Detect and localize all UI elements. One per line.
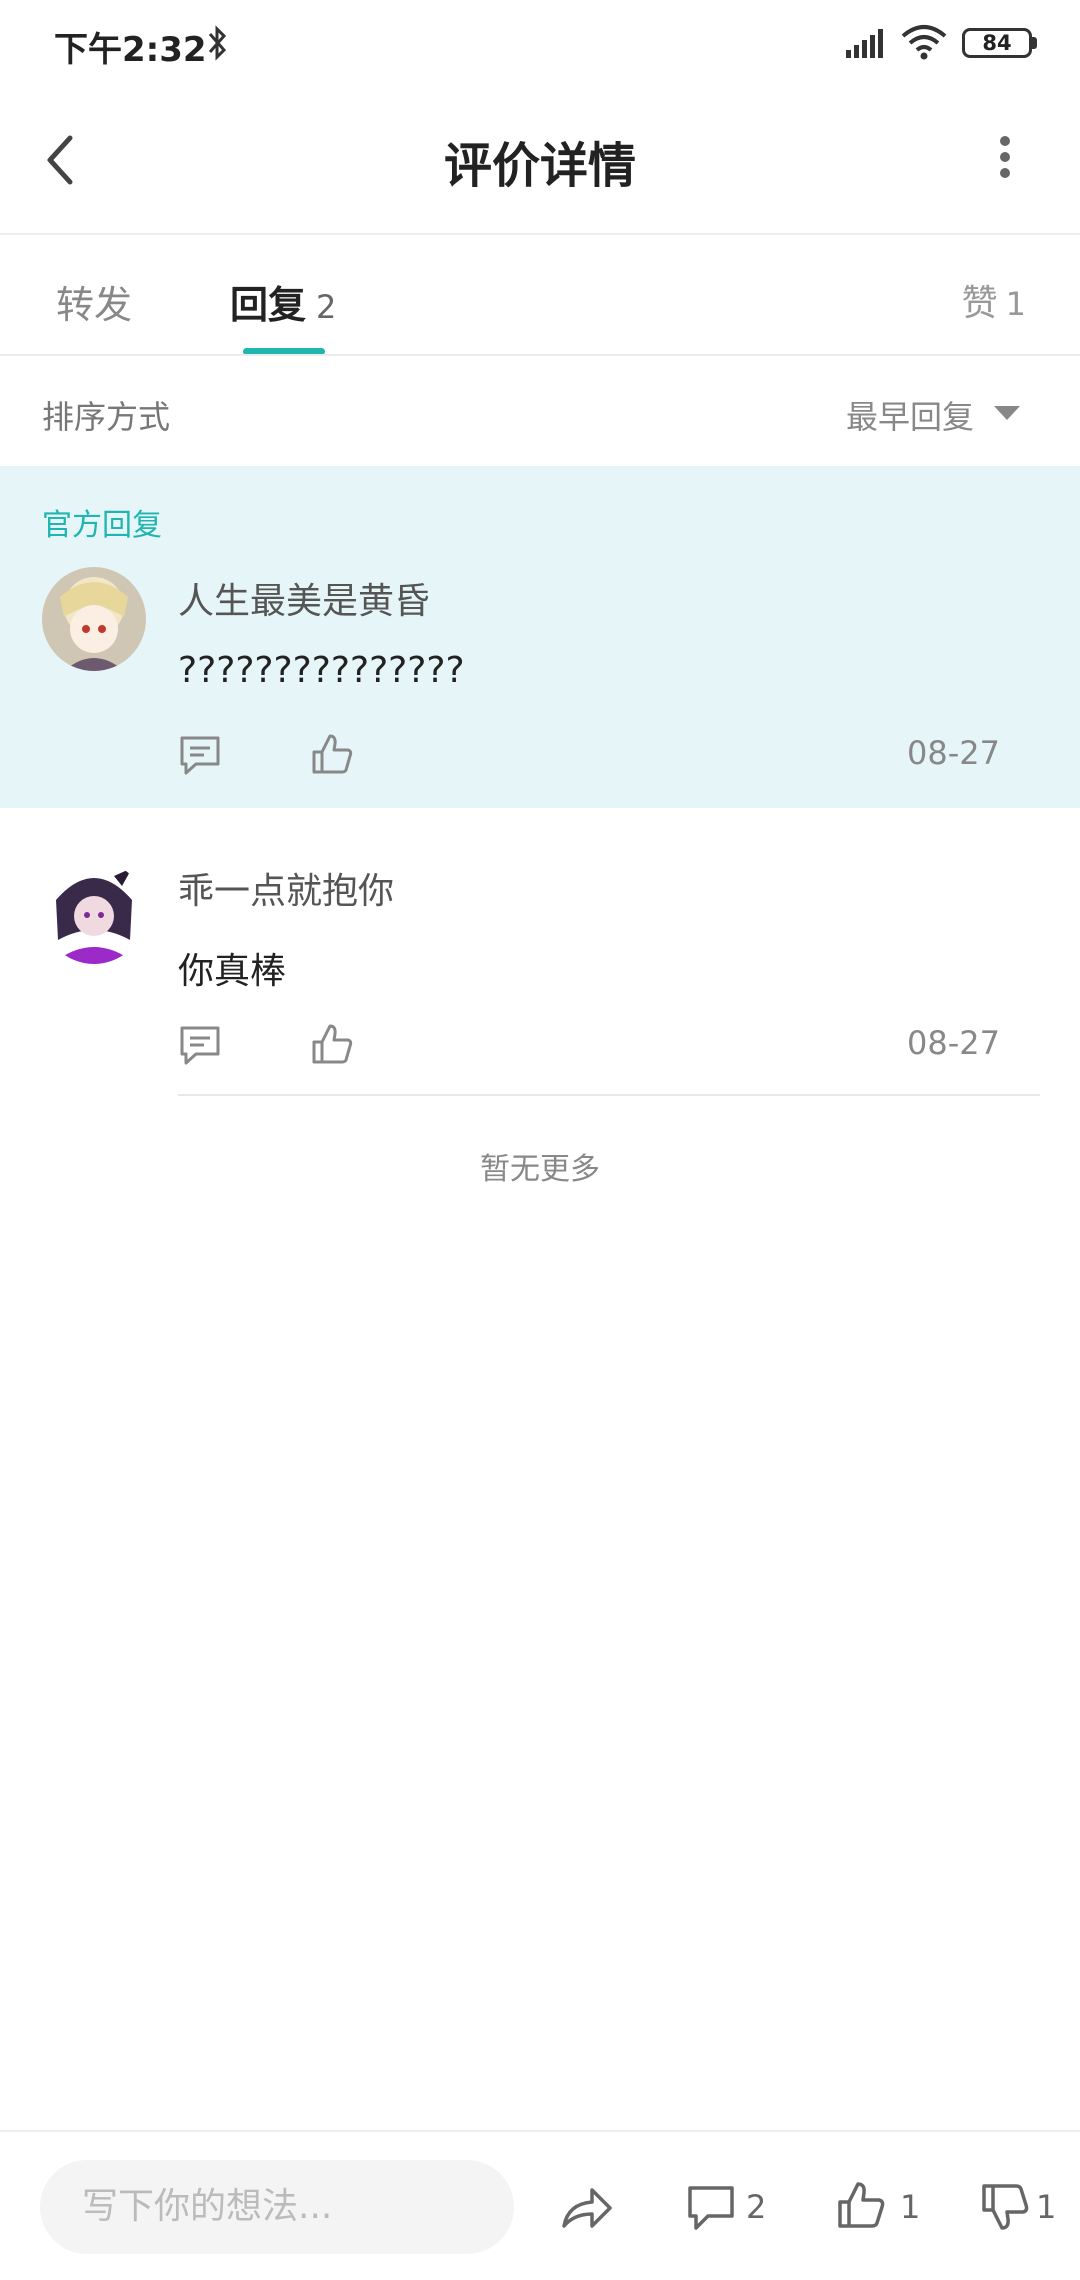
tab-forward-label: 转发 [56,283,133,327]
tab-forward[interactable]: 转发 [56,274,132,329]
more-dot-icon [1000,136,1010,146]
avatar-image-icon [42,860,146,964]
reply-username[interactable]: 乖一点就抱你 [178,862,394,914]
official-username[interactable]: 人生最美是黄昏 [178,572,430,624]
comment-input-placeholder: 写下你的想法... [82,2186,333,2227]
more-dot-icon [1000,152,1010,162]
avatar[interactable] [42,567,146,671]
share-icon[interactable] [560,2182,614,2232]
tab-reply-label: 回复 [230,283,307,327]
tab-reply-count: 2 [316,288,337,326]
thumbs-down-icon[interactable] [980,2182,1030,2232]
reply-content: 你真棒 [178,951,287,992]
tab-like[interactable]: 赞1 [962,274,1026,326]
thumbs-up-icon[interactable] [836,2180,886,2230]
status-time: 下午2:32 [54,30,207,70]
bluetooth-icon [208,25,227,61]
comment-icon[interactable] [178,734,222,778]
tabs-divider [0,354,1080,356]
page-title: 评价详情 [443,138,636,194]
sort-label: 排序方式 [42,398,171,436]
battery-icon: 84 [962,28,1032,58]
thumbs-up-icon[interactable] [310,732,354,776]
reply-divider [178,1094,1040,1096]
reply-date: 08-27 [907,1024,1000,1062]
tab-like-count: 1 [1005,285,1026,323]
tab-reply[interactable]: 回复 2 [230,274,336,329]
official-reply-label: 官方回复 [42,508,162,543]
battery-tip [1032,37,1037,49]
thumbs-up-icon[interactable] [310,1022,354,1066]
official-date: 08-27 [907,734,1000,772]
comment-icon[interactable] [686,2184,736,2232]
wifi-icon [901,25,947,60]
like-count: 1 [900,2188,921,2226]
signal-icon [846,29,883,58]
sort-selected: 最早回复 [845,398,974,436]
comment-input[interactable]: 写下你的想法... [40,2160,514,2254]
header-divider [0,233,1080,235]
official-content: ??????????????? [178,650,465,691]
more-dot-icon [1000,168,1010,178]
comment-count: 2 [746,2188,767,2226]
more-options-button[interactable] [990,136,1020,184]
chevron-down-icon [994,406,1020,420]
avatar-image-icon [42,567,146,671]
comment-icon[interactable] [178,1024,222,1068]
bottom-bar-divider [0,2130,1080,2132]
tab-like-label: 赞 [961,283,998,324]
no-more-text: 暂无更多 [480,1152,600,1187]
dislike-count: 1 [1036,2188,1057,2226]
avatar[interactable] [42,860,146,964]
